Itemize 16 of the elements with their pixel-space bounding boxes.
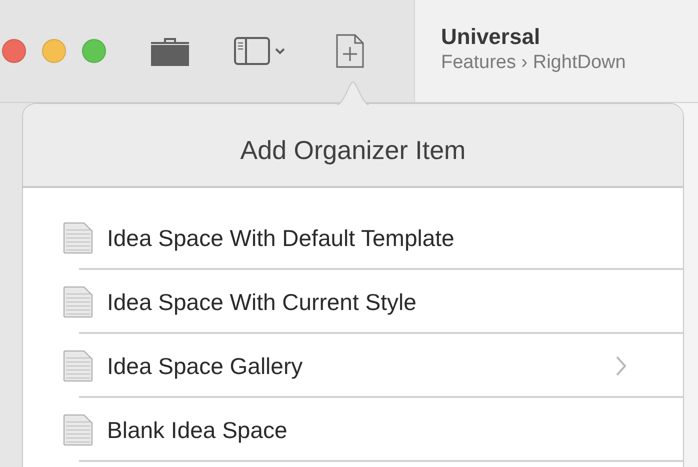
menu-item[interactable]: Blank Idea Space bbox=[23, 398, 683, 462]
document-icon bbox=[63, 350, 93, 382]
menu-item[interactable]: Idea Space Gallery bbox=[23, 334, 683, 398]
close-button[interactable] bbox=[2, 39, 26, 63]
chevron-icon bbox=[615, 355, 627, 377]
zoom-button[interactable] bbox=[82, 39, 106, 63]
new-document-icon[interactable] bbox=[336, 34, 364, 68]
breadcrumb: Features › RightDown bbox=[441, 52, 627, 74]
window-title: Universal bbox=[441, 24, 542, 50]
document-icon bbox=[63, 414, 93, 446]
popover-title: Add Organizer Item bbox=[240, 134, 466, 166]
document-icon bbox=[63, 222, 93, 254]
menu-item[interactable]: Idea Space With Default Template bbox=[23, 206, 683, 270]
briefcase-icon[interactable] bbox=[150, 36, 190, 66]
document-icon bbox=[63, 286, 93, 318]
menu-item[interactable]: Idea Space With Current Style bbox=[23, 270, 683, 334]
